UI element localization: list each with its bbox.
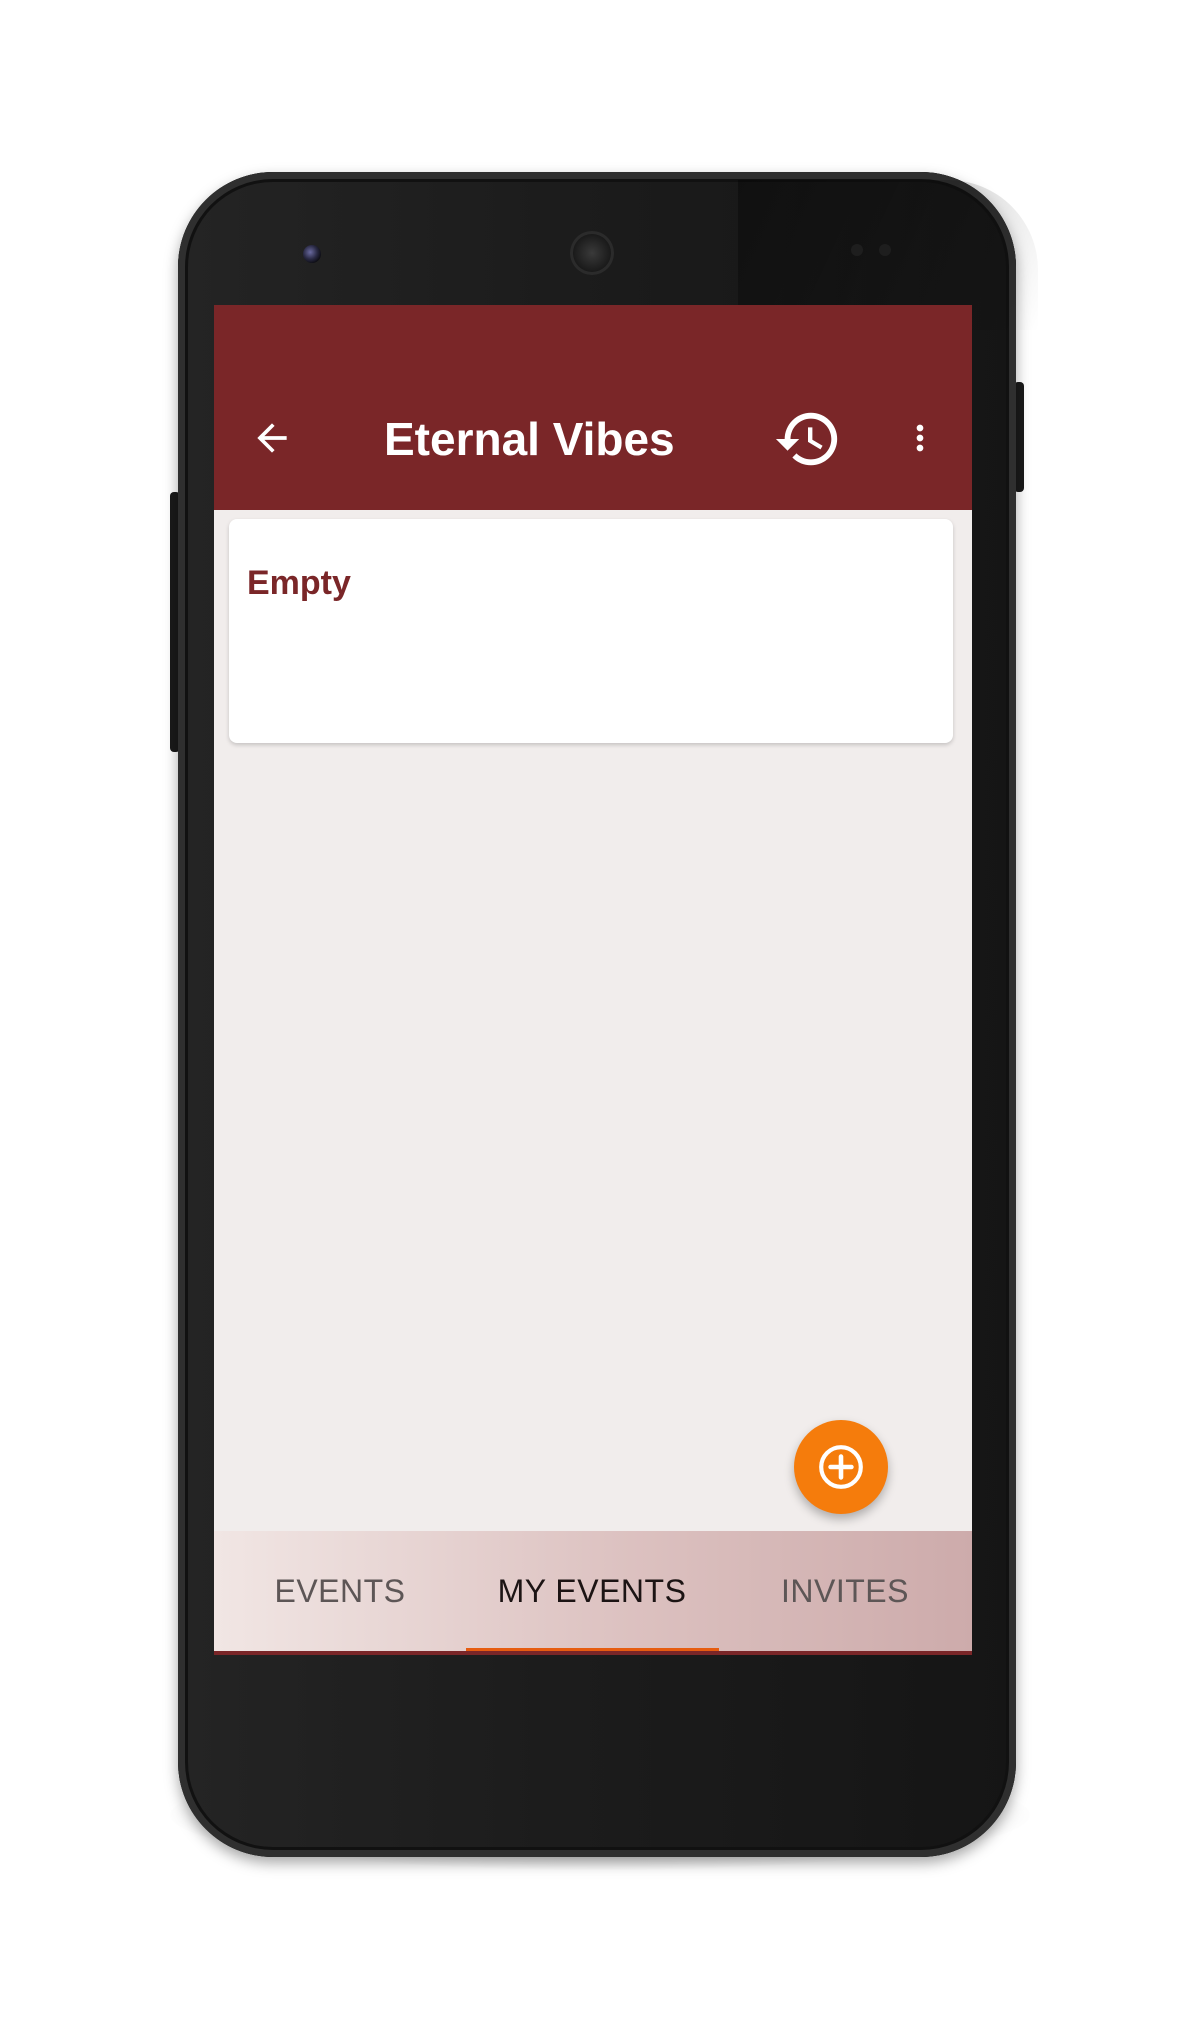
front-camera-icon [303,245,321,263]
arrow-left-icon [257,423,287,453]
tab-invites[interactable]: INVITES [719,1531,971,1651]
sensor-dot [879,244,891,256]
add-circle-icon [819,1445,863,1489]
back-button[interactable] [244,410,300,466]
sensor-dot [851,244,863,256]
app-bar: Eternal Vibes [214,305,972,510]
overflow-menu-button[interactable] [900,410,940,466]
tab-my-events[interactable]: MY EVENTS [466,1531,718,1651]
phone-screen: Eternal Vibes Empty EVENTS MY EVENTS INV… [214,305,972,1655]
app-title: Eternal Vibes [384,413,675,465]
more-vert-icon [916,424,924,452]
add-event-fab[interactable] [794,1420,888,1514]
speaker-grille [570,231,614,275]
bottom-strip [214,1651,972,1655]
bottom-tab-bar: EVENTS MY EVENTS INVITES [214,1531,972,1651]
empty-state-label: Empty [247,564,351,602]
history-icon [775,412,838,466]
history-button[interactable] [770,401,846,477]
tab-events[interactable]: EVENTS [214,1531,466,1651]
mockup-stage: Eternal Vibes Empty EVENTS MY EVENTS INV… [0,0,1200,2029]
empty-state-card: Empty [229,519,953,743]
